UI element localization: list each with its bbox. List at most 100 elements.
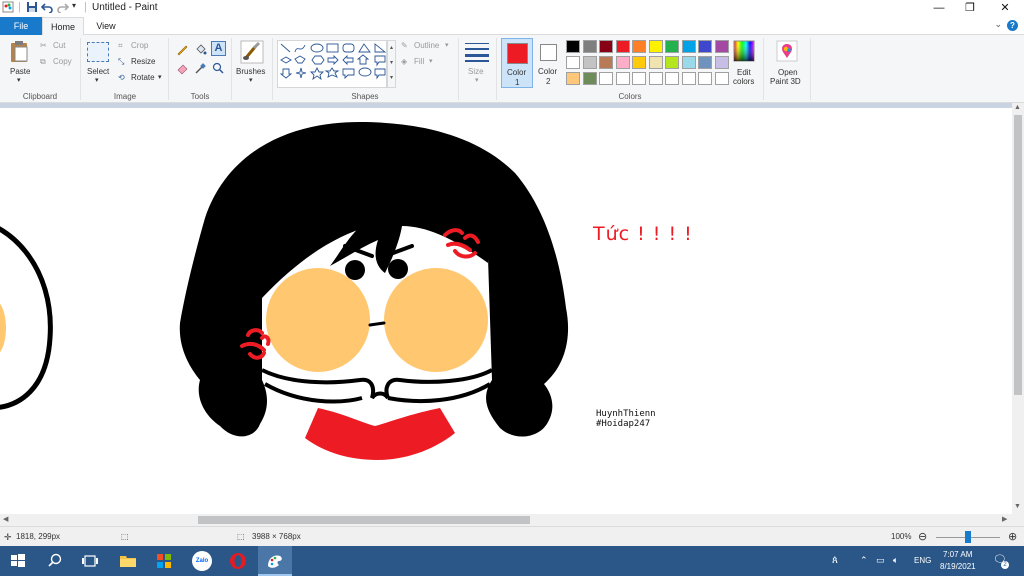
shapes-scroll[interactable]: ▴ ▾ ▾ [387,40,396,88]
restore-button[interactable]: ❐ [953,0,987,17]
vertical-scrollbar[interactable]: ▲ ▼ [1012,103,1024,514]
palette-swatch[interactable] [582,40,597,53]
help-icon[interactable]: ? [1007,20,1018,31]
brushes-button[interactable]: Brushes [236,67,265,76]
palette-swatch[interactable] [714,40,729,53]
fill-bucket-icon[interactable] [194,43,207,58]
palette-swatch[interactable] [599,72,613,85]
redo-icon[interactable] [57,1,70,15]
scroll-right-icon[interactable]: ▶ [1002,515,1007,523]
people-icon[interactable]: ጰ [832,555,838,566]
palette-swatch[interactable] [599,40,613,53]
crop-button[interactable]: Crop [131,41,148,50]
edit-colors-button[interactable] [733,40,755,64]
palette-swatch[interactable] [615,72,630,85]
magnifier-icon[interactable] [212,62,225,77]
brushes-icon[interactable] [240,40,264,66]
rotate-button[interactable]: Rotate [131,73,155,82]
search-icon[interactable] [46,552,64,570]
size-dropdown-icon[interactable]: ▾ [475,76,479,84]
palette-swatch[interactable] [648,40,663,53]
scroll-up-icon[interactable]: ▲ [1014,104,1021,111]
palette-swatch[interactable] [665,40,679,53]
shapes-gallery[interactable] [277,40,387,88]
minimize-button[interactable]: — [922,0,956,17]
close-button[interactable]: ✕ [988,0,1022,17]
customize-qa-icon[interactable]: ▾ [72,1,76,15]
outline-dropdown-icon[interactable]: ▾ [445,41,449,49]
palette-swatch[interactable] [681,40,696,53]
network-icon[interactable]: ▭ [876,555,885,566]
fill-dropdown-icon[interactable]: ▾ [429,57,433,65]
show-hidden-icons[interactable]: ⌃ [860,555,868,566]
palette-swatch[interactable] [632,56,646,69]
palette-swatch[interactable] [632,72,646,85]
opera-icon[interactable] [229,552,247,570]
drawing-canvas[interactable]: Tức ! ! ! ! HuynhThienn #Hoidap247 [0,108,1012,514]
paint-taskbar-button[interactable] [258,546,292,576]
horizontal-scroll-thumb[interactable] [198,516,530,524]
task-view-icon[interactable] [81,552,99,570]
eraser-icon[interactable] [176,62,189,77]
palette-swatch[interactable] [599,56,613,69]
tab-file[interactable]: File [0,17,42,35]
cut-button[interactable]: Cut [53,41,65,50]
zoom-slider-thumb[interactable] [965,531,971,543]
select-dropdown-icon[interactable]: ▾ [95,76,99,84]
select-button[interactable]: Select [87,67,109,76]
palette-swatch[interactable] [615,56,630,69]
palette-swatch[interactable] [566,56,580,69]
zoom-out-button[interactable]: ⊖ [918,530,927,543]
color2-button[interactable]: Color 2 [535,38,563,88]
volume-icon[interactable]: 🔈︎ [893,555,898,566]
palette-swatch[interactable] [698,72,712,85]
scroll-left-icon[interactable]: ◀ [3,515,8,523]
palette-swatch[interactable] [714,56,729,69]
palette-swatch[interactable] [714,72,729,85]
vertical-scroll-thumb[interactable] [1014,115,1022,395]
windows-start-icon[interactable] [9,552,27,570]
color-picker-icon[interactable] [194,62,207,77]
language-indicator[interactable]: ENG [914,556,931,565]
palette-swatch[interactable] [582,72,597,85]
outline-button[interactable]: Outline [414,41,439,50]
palette-swatch[interactable] [698,40,712,53]
palette-swatch[interactable] [665,72,679,85]
undo-icon[interactable] [40,1,53,15]
palette-swatch[interactable] [632,40,646,53]
size-button[interactable]: Size [468,67,484,76]
palette-swatch[interactable] [566,72,580,85]
palette-swatch[interactable] [648,72,663,85]
paste-dropdown-icon[interactable]: ▾ [17,76,21,84]
clock-date[interactable]: 8/19/2021 [940,562,976,571]
palette-swatch[interactable] [681,56,696,69]
palette-swatch[interactable] [665,56,679,69]
pencil-icon[interactable] [176,43,189,58]
fill-button[interactable]: Fill [414,57,424,66]
rotate-dropdown-icon[interactable]: ▾ [158,73,162,81]
color1-button[interactable]: Color 1 [501,38,533,88]
select-icon[interactable] [87,42,109,62]
brushes-dropdown-icon[interactable]: ▾ [249,76,253,84]
zalo-icon[interactable]: Zalo [192,551,212,571]
zoom-in-button[interactable]: ⊕ [1008,530,1017,543]
palette-swatch[interactable] [681,72,696,85]
store-icon[interactable] [155,552,173,570]
palette-swatch[interactable] [698,56,712,69]
tab-view[interactable]: View [86,17,126,35]
palette-swatch[interactable] [648,56,663,69]
tab-home[interactable]: Home [42,17,84,36]
file-explorer-icon[interactable] [119,552,137,570]
size-icon[interactable] [465,42,489,64]
palette-swatch[interactable] [615,40,630,53]
resize-button[interactable]: Resize [131,57,155,66]
paint-app-icon[interactable] [2,1,14,15]
horizontal-scrollbar[interactable]: ◀ ▶ [0,514,1024,526]
collapse-ribbon-icon[interactable]: ⌄ [994,19,1002,30]
palette-swatch[interactable] [582,56,597,69]
clock-time[interactable]: 7:07 AM [943,550,972,559]
copy-button[interactable]: Copy [53,57,72,66]
text-tool-icon[interactable]: A [211,41,226,56]
paint3d-button[interactable] [776,40,798,64]
paste-button[interactable] [9,40,31,66]
